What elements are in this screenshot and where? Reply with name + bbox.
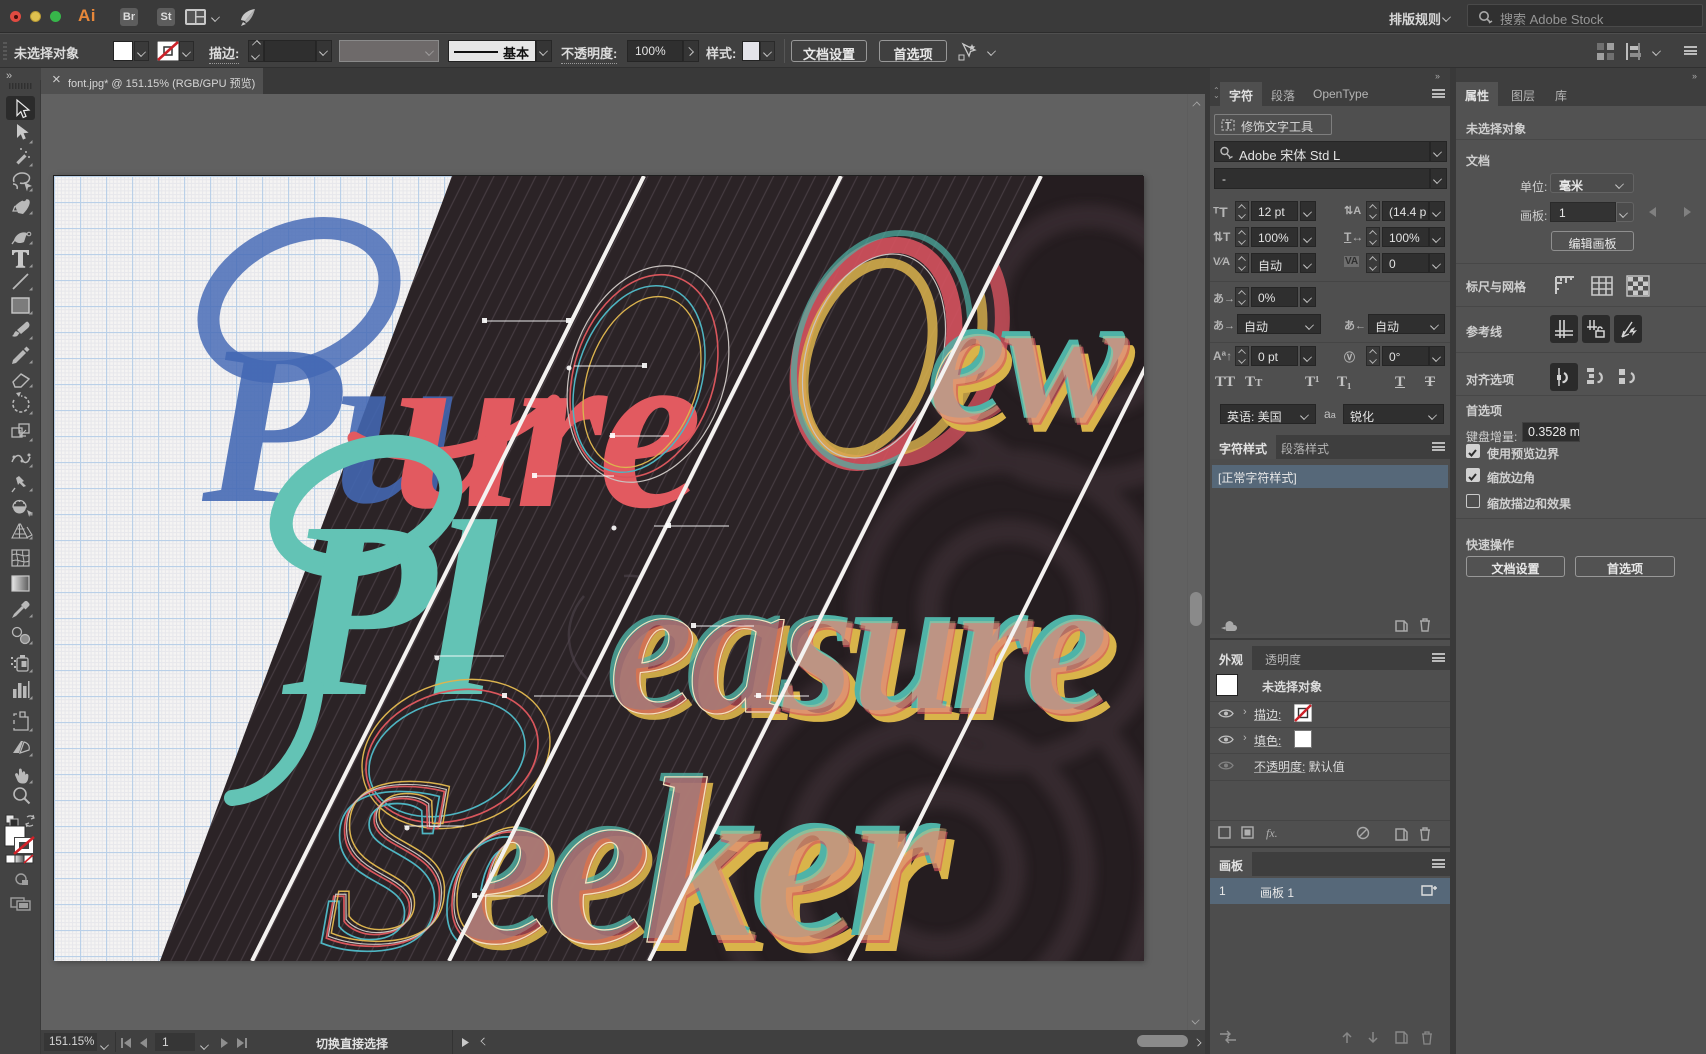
svg-text:fx.: fx. [1266,826,1278,840]
svg-text:T: T [1225,121,1231,132]
